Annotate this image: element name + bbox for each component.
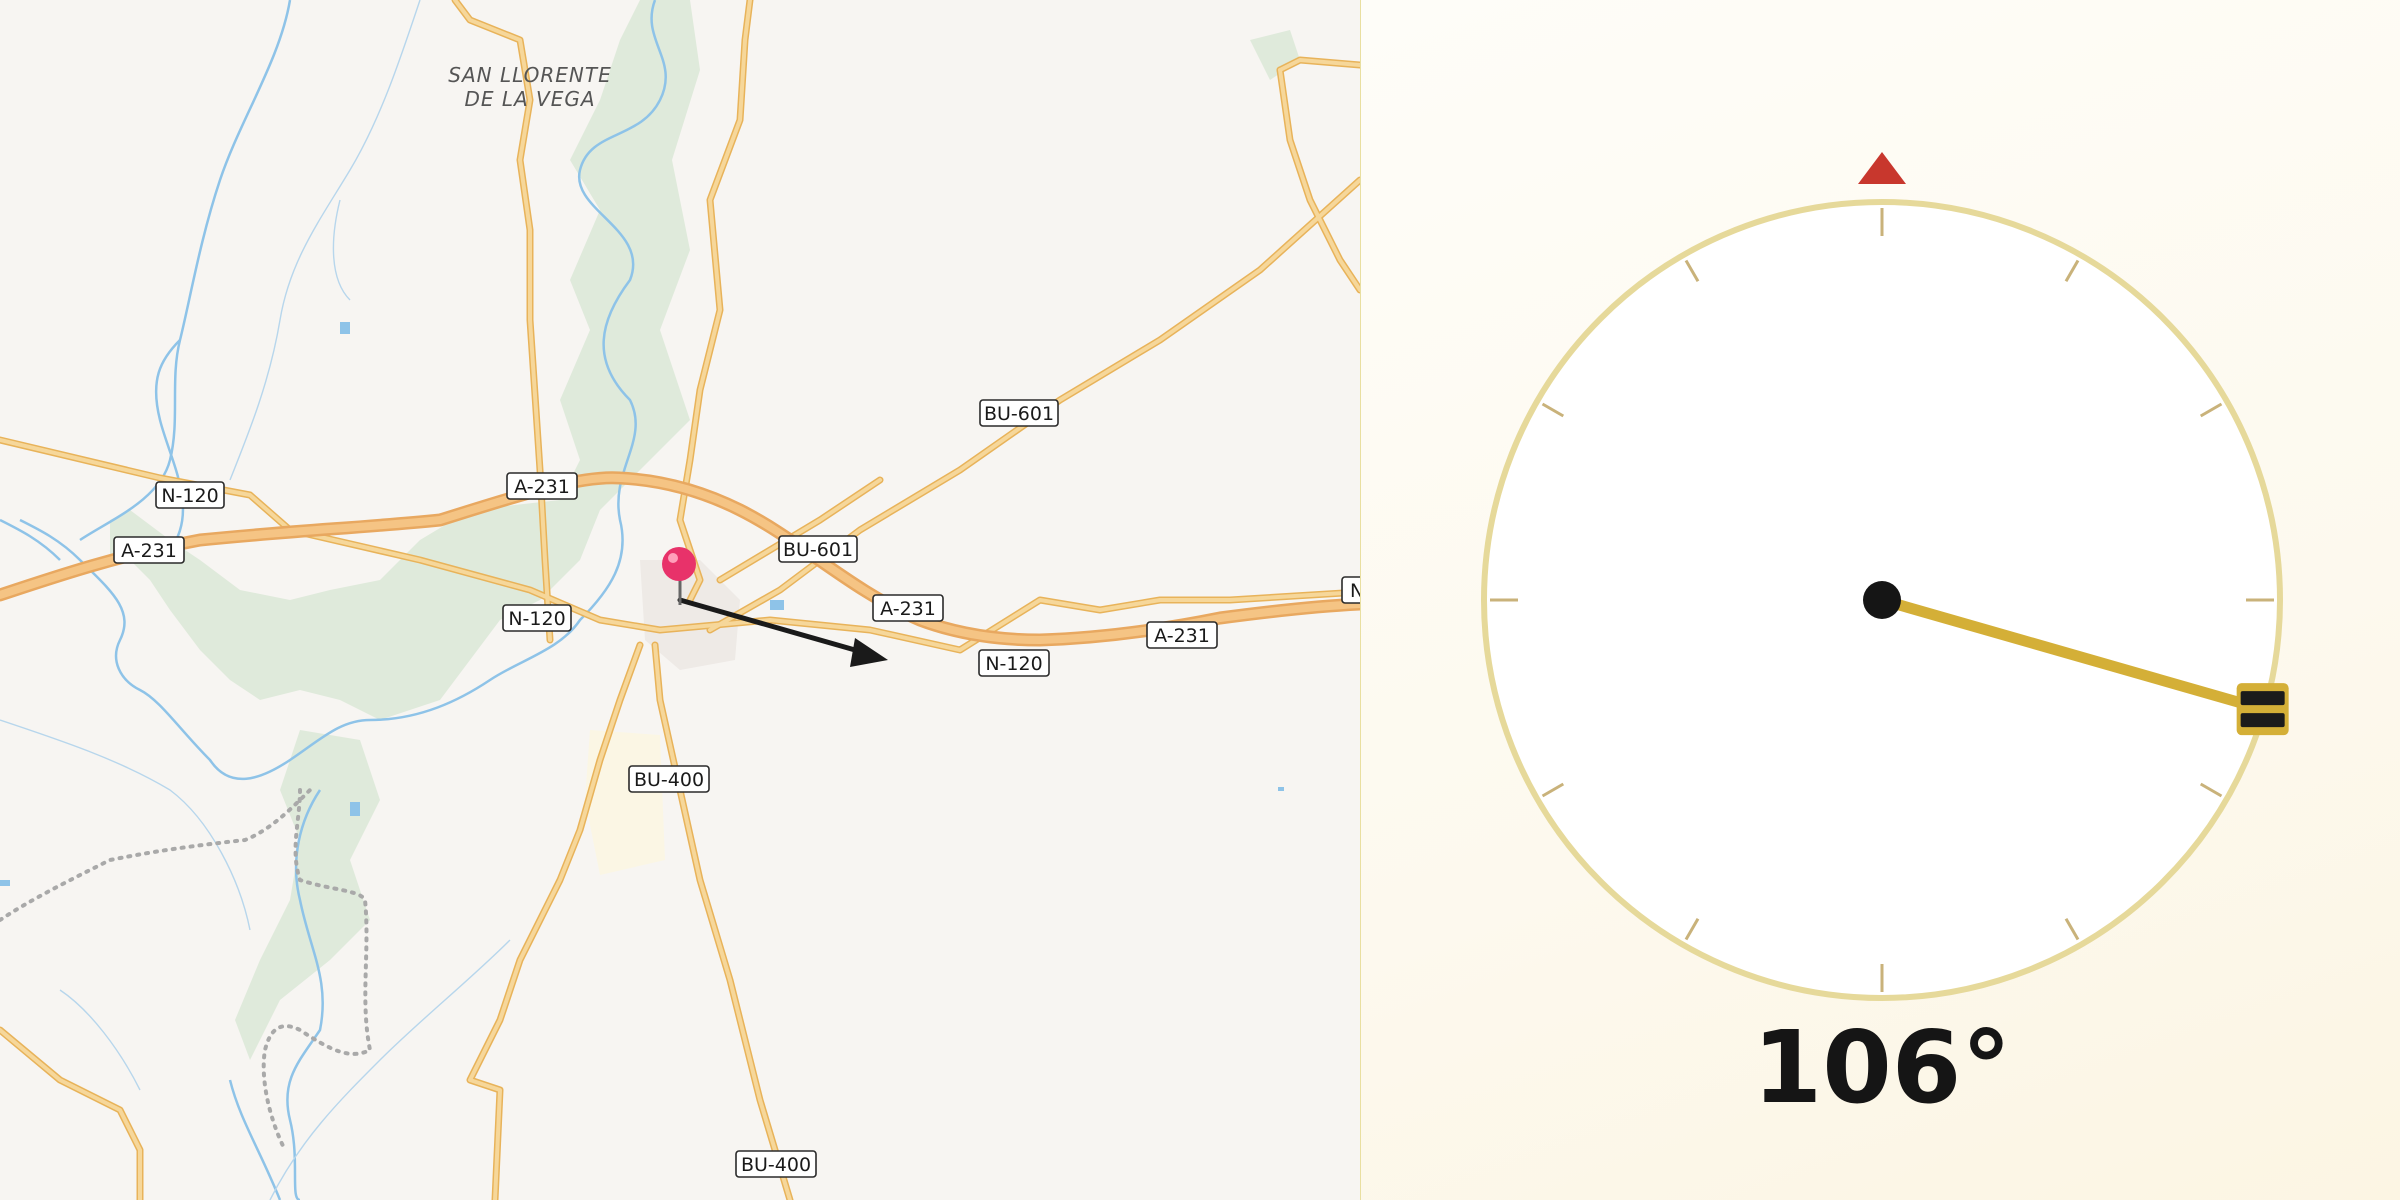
road-shield-a231-center: A-231: [506, 472, 578, 500]
road-shield-label: A-231: [121, 540, 177, 562]
road-shield-bu400-south: BU-400: [735, 1150, 817, 1178]
road-shield-label: BU-400: [634, 769, 704, 791]
compass-hub: [1863, 581, 1901, 619]
road-shield-bu400-center: BU-400: [628, 765, 710, 793]
road-shield-label: BU-601: [984, 403, 1054, 425]
road-shield-label: N-120: [508, 608, 565, 630]
road-shield-label: N: [1350, 580, 1360, 602]
road-shield-bu601-north: BU-601: [979, 399, 1059, 427]
place-label-line-1: SAN LLORENTE: [448, 63, 611, 87]
compass-dial: 106°: [1481, 152, 2289, 1126]
road-shield-label: N-120: [161, 485, 218, 507]
heading-readout: 106°: [1753, 1009, 2012, 1126]
road-shield-label: BU-601: [783, 539, 853, 561]
road-shield-label: A-231: [880, 598, 936, 620]
map-view[interactable]: SAN LLORENTE DE LA VEGA N-120 A-231 A-23…: [0, 0, 1360, 1200]
road-shield-label: A-231: [1154, 625, 1210, 647]
place-label-san-llorente: SAN LLORENTE DE LA VEGA: [448, 63, 611, 111]
road-shield-bu601-center: BU-601: [778, 535, 858, 563]
needle-tip-icon: [2236, 683, 2289, 736]
road-shield-n120-west: N-120: [155, 481, 225, 509]
compass-panel: 106°: [1361, 0, 2400, 1200]
road-shield-a231-east-1: A-231: [872, 594, 944, 622]
north-triangle-icon: [1858, 152, 1906, 184]
road-shield-label: N-120: [985, 653, 1042, 675]
road-shield-a231-west: A-231: [113, 536, 185, 564]
road-shield-edge-east: N: [1341, 576, 1360, 604]
road-shield-n120-center: N-120: [502, 604, 572, 632]
road-shield-label: A-231: [514, 476, 570, 498]
road-shield-a231-east-2: A-231: [1146, 621, 1218, 649]
place-label-line-2: DE LA VEGA: [464, 87, 595, 111]
road-shield-n120-east: N-120: [978, 649, 1050, 677]
road-shield-label: BU-400: [741, 1154, 811, 1176]
